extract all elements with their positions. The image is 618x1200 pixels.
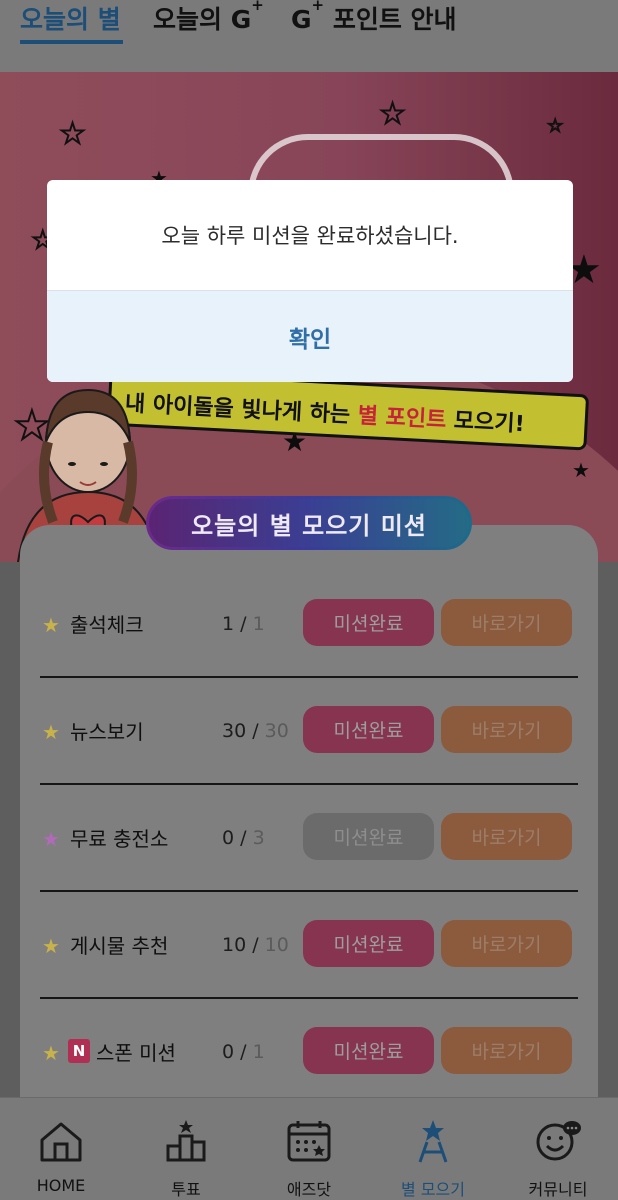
mission-name: 뉴스보기 [70,720,144,744]
tab-gplus-point-info-g: G [291,5,312,34]
nav-home[interactable]: HOME [6,1098,116,1200]
home-icon [40,1122,82,1162]
star-icon: ★ [42,1041,60,1065]
vote-icon [166,1120,206,1162]
mission-complete-button[interactable]: 미션완료 [303,813,434,860]
star-icon: ★ [42,720,60,744]
mission-go-button[interactable]: 바로가기 [441,920,572,967]
tab-gplus-point-info[interactable]: G+ 포인트 안내 [291,0,457,36]
community-icon [536,1121,581,1161]
nav-vote-label: 투표 [171,1180,201,1199]
mission-progress-total: 10 [264,934,289,956]
tab-today-star[interactable]: 오늘의 별 [20,0,121,36]
row-divider [40,783,578,785]
mission-progress-total: 3 [252,827,265,849]
nav-community[interactable]: 커뮤니티 [503,1098,613,1200]
mission-complete-button[interactable]: 미션완료 [303,706,434,753]
mission-progress: 0 / 3 [222,827,265,849]
active-tab-indicator [20,40,123,44]
bottom-navigation: HOME 투표 애즈닷 별 모으기 커뮤니티 [0,1097,618,1200]
mission-progress-done: 1 [222,613,235,635]
nav-community-label: 커뮤니티 [528,1180,588,1199]
mission-progress-total: 1 [252,613,265,635]
nav-star-collect[interactable]: 별 모으기 [378,1098,488,1200]
mission-go-button[interactable]: 바로가기 [441,706,572,753]
slogan-suffix: 모으기! [445,408,526,438]
calendar-icon [287,1121,331,1162]
mission-name: 스폰 미션 [96,1041,176,1065]
tab-today-gplus[interactable]: 오늘의 G+ [153,0,264,36]
mission-go-button[interactable]: 바로가기 [441,813,572,860]
star-icon: ★ [59,117,86,150]
mission-progress-done: 0 [222,827,235,849]
tab-gplus-point-info-label: 포인트 안내 [324,5,457,34]
mission-progress-total: 1 [252,1041,265,1063]
new-badge: N [68,1039,90,1063]
mission-name: 게시물 추천 [70,934,169,958]
nav-adsdot[interactable]: 애즈닷 [254,1098,364,1200]
mission-complete-button[interactable]: 미션완료 [303,920,434,967]
tab-gplus-point-info-sup: + [311,0,325,14]
slogan-highlight: 별 포인트 [357,403,447,434]
mission-row-free-charge: ★ 무료 충전소 0 / 3 미션완료 바로가기 [40,813,578,922]
nav-vote[interactable]: 투표 [131,1098,241,1200]
row-divider [40,997,578,999]
mission-progress-done: 10 [222,934,247,956]
star-icon: ★ [547,116,563,135]
mission-row-post-recommend: ★ 게시물 추천 10 / 10 미션완료 바로가기 [40,920,578,1029]
mission-progress: 1 / 1 [222,613,265,635]
top-tab-bar: 오늘의 별 오늘의 G+ G+ 포인트 안내 [0,0,618,72]
mission-name: 무료 충전소 [70,827,169,851]
mission-complete-dialog: 오늘 하루 미션을 완료하셨습니다. 확인 [47,180,573,382]
star-icon: ★ [42,934,60,958]
star-icon: ★ [42,613,60,637]
star-icon: ★ [572,458,590,482]
nav-home-label: HOME [36,1176,86,1195]
mission-card-title-badge: 오늘의 별 모으기 미션 [146,496,472,550]
colorful-star-icon: ★ [42,827,60,851]
mission-card-title: 오늘의 별 모으기 미션 [149,499,469,547]
mission-row-news: ★ 뉴스보기 30 / 30 미션완료 바로가기 [40,706,578,815]
mission-go-button[interactable]: 바로가기 [441,1027,572,1074]
mission-progress: 0 / 1 [222,1041,265,1063]
mission-progress-total: 30 [264,720,289,742]
tab-today-gplus-label: 오늘의 G [153,5,252,34]
nav-star-collect-label: 별 모으기 [401,1180,465,1199]
row-divider [40,676,578,678]
mission-progress: 10 / 10 [222,934,289,956]
mission-complete-button[interactable]: 미션완료 [303,1027,434,1074]
mission-go-button[interactable]: 바로가기 [441,599,572,646]
row-divider [40,890,578,892]
star-tower-icon [418,1120,448,1163]
mission-progress-done: 0 [222,1041,235,1063]
mission-progress-done: 30 [222,720,247,742]
tab-today-star-label: 오늘의 별 [20,5,121,34]
star-icon: ★ [379,97,406,130]
mission-name: 출석체크 [70,613,144,637]
nav-adsdot-label: 애즈닷 [286,1180,332,1199]
mission-progress: 30 / 30 [222,720,289,742]
tab-today-gplus-sup: + [251,0,264,14]
confirm-button[interactable]: 확인 [47,291,573,382]
dialog-message: 오늘 하루 미션을 완료하셨습니다. [161,224,459,248]
mission-complete-button[interactable]: 미션완료 [303,599,434,646]
mission-row-attendance: ★ 출석체크 1 / 1 미션완료 바로가기 [40,599,578,708]
